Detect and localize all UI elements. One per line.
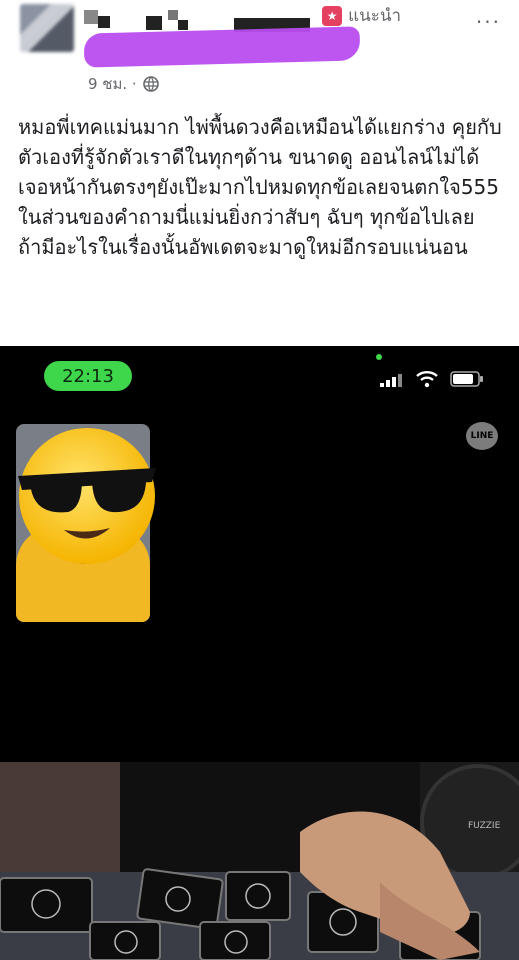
suggest-icon: ★ (322, 5, 343, 26)
post-time[interactable]: 9 ชม. · (88, 72, 137, 96)
sunglasses-emoji (18, 428, 156, 564)
video-call-screenshot[interactable]: 22:13 LINE FUZZIE (0, 346, 519, 960)
status-time: 22:13 (44, 361, 132, 391)
camera-indicator (376, 354, 382, 360)
line-app-icon: LINE (466, 422, 498, 450)
avatar[interactable] (20, 4, 74, 52)
post-header: 9 ชม. · ★ แนะนำ ... (0, 0, 519, 100)
globe-icon (142, 76, 159, 92)
post-meta: 9 ชม. · (88, 72, 159, 96)
suggest-label: แนะนำ (348, 6, 401, 26)
redaction-scribble (83, 26, 361, 68)
more-options-button[interactable]: ... (476, 4, 501, 28)
suggested-tag[interactable]: ★ แนะนำ (322, 2, 401, 29)
fan-brand: FUZZIE (468, 821, 501, 831)
tarot-table-scene: FUZZIE (0, 762, 519, 960)
post-text: หมอพี่เทคแม่นมาก ไพ่พื้นดวงคือเหมือนได้แ… (18, 115, 502, 259)
signal-icon (380, 374, 402, 387)
wifi-icon (416, 371, 438, 388)
battery-icon (450, 371, 483, 387)
